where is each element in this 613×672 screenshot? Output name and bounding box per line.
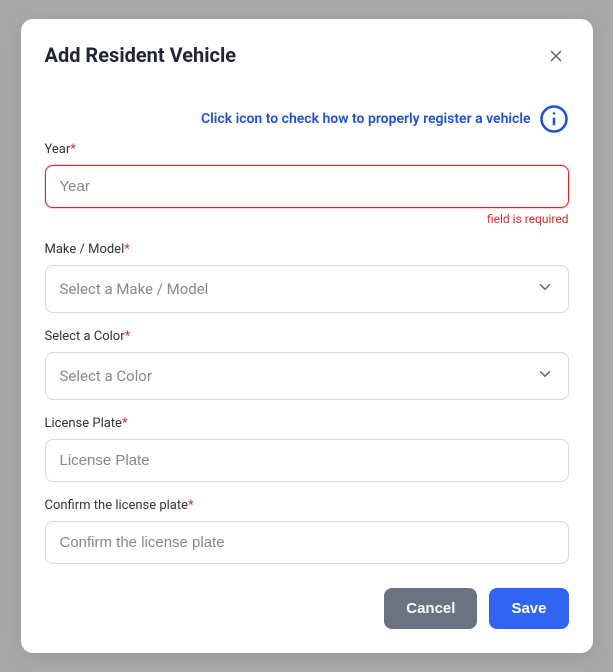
cancel-button[interactable]: Cancel: [384, 588, 477, 629]
modal-title: Add Resident Vehicle: [45, 43, 237, 67]
required-mark: *: [125, 329, 131, 344]
make-model-placeholder: Select a Make / Model: [60, 280, 209, 298]
color-group: Select a Color* Select a Color: [45, 329, 569, 400]
color-placeholder: Select a Color: [60, 367, 152, 385]
year-label: Year*: [45, 142, 569, 157]
save-button[interactable]: Save: [489, 588, 568, 629]
info-row: Click icon to check how to properly regi…: [45, 104, 569, 134]
confirm-license-plate-group: Confirm the license plate*: [45, 498, 569, 564]
make-model-select[interactable]: Select a Make / Model: [45, 265, 569, 313]
info-text: Click icon to check how to properly regi…: [201, 111, 531, 127]
required-mark: *: [188, 498, 194, 513]
modal-footer: Cancel Save: [45, 588, 569, 629]
close-button[interactable]: [543, 43, 569, 72]
license-plate-label: License Plate*: [45, 416, 569, 431]
color-select[interactable]: Select a Color: [45, 352, 569, 400]
close-icon: [547, 47, 565, 68]
license-plate-input[interactable]: [45, 439, 569, 482]
year-group: Year* field is required: [45, 142, 569, 226]
modal-header: Add Resident Vehicle: [45, 43, 569, 72]
year-label-text: Year: [45, 142, 71, 157]
make-model-group: Make / Model* Select a Make / Model: [45, 242, 569, 313]
color-label-text: Select a Color: [45, 329, 125, 344]
add-vehicle-modal: Add Resident Vehicle Click icon to check…: [21, 19, 593, 653]
license-plate-group: License Plate*: [45, 416, 569, 482]
confirm-license-plate-label-text: Confirm the license plate: [45, 498, 189, 513]
make-model-label: Make / Model*: [45, 242, 569, 257]
chevron-down-icon: [536, 278, 554, 300]
make-model-label-text: Make / Model: [45, 242, 125, 257]
confirm-license-plate-label: Confirm the license plate*: [45, 498, 569, 513]
confirm-license-plate-input[interactable]: [45, 521, 569, 564]
info-icon[interactable]: [539, 104, 569, 134]
year-input[interactable]: [45, 165, 569, 208]
required-mark: *: [122, 416, 128, 431]
chevron-down-icon: [536, 365, 554, 387]
color-label: Select a Color*: [45, 329, 569, 344]
required-mark: *: [124, 242, 130, 257]
year-error: field is required: [45, 212, 569, 226]
required-mark: *: [70, 142, 76, 157]
license-plate-label-text: License Plate: [45, 416, 122, 431]
